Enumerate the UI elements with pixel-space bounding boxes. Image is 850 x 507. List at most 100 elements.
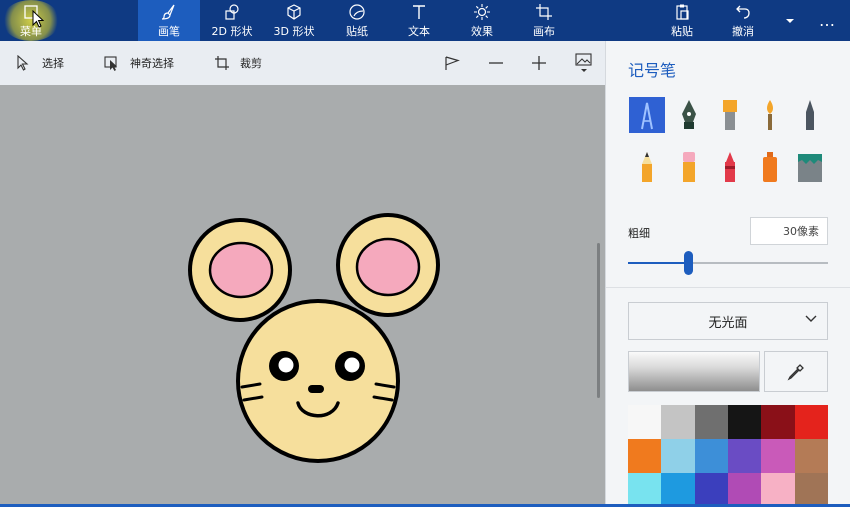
watercolor-icon [767,100,773,130]
drawing-canvas[interactable] [0,85,605,507]
more-button[interactable]: … [808,0,846,41]
palette-color-swatch[interactable] [661,405,695,439]
thickness-slider[interactable] [628,251,828,275]
vertical-scrollbar[interactable] [597,243,600,398]
fill-icon [798,154,822,182]
tab-stickers-label: 贴纸 [346,24,368,38]
paste-label: 粘贴 [671,24,693,38]
brush-panel: 记号笔 粗细 30像素 无光面 [605,41,850,507]
palette-color-swatch[interactable] [727,405,762,439]
plus-icon [532,56,546,70]
thickness-input[interactable]: 30像素 [750,217,828,245]
paste-icon [676,4,689,20]
palette-color-swatch[interactable] [761,405,795,439]
thickness-slider-thumb[interactable] [684,251,693,275]
zoom-in-button[interactable] [531,41,547,85]
pencil-button[interactable] [629,149,665,185]
shapes-2d-icon [225,3,239,20]
fill-button[interactable] [792,149,828,185]
crop-button[interactable]: 裁剪 [214,41,262,85]
tab-2d-shapes[interactable]: 2D 形状 [203,0,261,41]
tab-3d-shapes[interactable]: 3D 形状 [265,0,323,41]
magic-select-label: 神奇选择 [130,57,174,70]
palette-color-swatch[interactable] [694,473,728,507]
calligraphy-pen-button[interactable] [671,97,707,133]
marker-brush-button[interactable] [629,97,665,133]
tab-stickers[interactable]: 贴纸 [328,0,386,41]
palette-color-swatch[interactable] [761,473,795,507]
palette-color-swatch[interactable] [694,405,728,439]
tab-text-label: 文本 [408,24,430,38]
mouse-drawing [188,213,440,463]
magic-select-icon [104,56,117,71]
tab-2d-shapes-label: 2D 形状 [211,24,253,38]
menu-button[interactable]: 菜单 [0,0,62,41]
tab-canvas-label: 画布 [533,24,555,38]
thickness-label: 粗细 [628,227,650,240]
more-label: … [819,11,835,30]
spray-can-icon [763,152,777,182]
palette-color-swatch[interactable] [761,439,795,473]
current-color-swatch[interactable] [628,351,760,392]
chevron-down-icon [786,18,794,23]
nose [308,385,324,393]
view-options-button[interactable] [575,41,593,85]
text-icon [413,4,425,19]
undo-button[interactable]: 撤消 [716,0,770,41]
palette-color-swatch[interactable] [727,473,762,507]
crop-icon [215,56,229,70]
tab-canvas[interactable]: 画布 [515,0,573,41]
finish-dropdown[interactable]: 无光面 [628,302,828,340]
palette-color-swatch[interactable] [628,473,662,507]
cursor-icon [32,10,44,28]
magic-select-button[interactable]: 神奇选择 [104,41,174,85]
panel-divider [606,287,850,288]
undo-icon [736,5,750,19]
palette-color-swatch[interactable] [794,439,828,473]
zoom-out-button[interactable] [488,41,504,85]
panel-title: 记号笔 [628,61,677,80]
image-icon [575,53,592,72]
canvas-icon [536,3,552,20]
watercolor-button[interactable] [752,97,788,133]
mouse-face [236,299,400,463]
spray-can-button[interactable] [752,149,788,185]
palette-color-swatch[interactable] [694,439,728,473]
secondary-toolbar: 选择 神奇选择 裁剪 [0,41,605,85]
undo-dropdown-button[interactable] [776,0,804,41]
palette-color-swatch[interactable] [727,439,762,473]
palette-color-swatch[interactable] [794,405,828,439]
flag-button[interactable] [444,41,460,85]
palette-color-swatch[interactable] [794,473,828,507]
minus-icon [489,62,503,64]
select-button[interactable]: 选择 [16,41,64,85]
tab-brushes-label: 画笔 [158,24,180,38]
palette-color-swatch[interactable] [661,473,695,507]
pointer-icon [17,55,29,71]
eyedropper-icon [787,363,804,380]
tab-brushes[interactable]: 画笔 [138,0,200,41]
paste-button[interactable]: 粘贴 [655,0,709,41]
finish-label: 无光面 [708,315,748,331]
eraser-icon [683,152,695,182]
right-eye-shine [344,357,360,373]
crayon-button[interactable] [712,149,748,185]
tab-effects-label: 效果 [471,24,493,38]
marker-icon [641,102,653,130]
pixel-pen-button[interactable] [792,97,828,133]
palette-color-swatch[interactable] [628,405,662,439]
oil-brush-button[interactable] [712,97,748,133]
tab-effects[interactable]: 效果 [453,0,511,41]
sticker-icon [349,3,365,20]
undo-label: 撤消 [732,24,754,38]
eraser-button[interactable] [671,149,707,185]
palette-color-swatch[interactable] [661,439,695,473]
effects-icon [474,3,490,20]
left-ear-inner [208,241,274,299]
palette-color-swatch[interactable] [628,439,662,473]
color-palette [628,405,828,507]
pixel-pen-icon [806,100,814,130]
eyedropper-button[interactable] [764,351,828,392]
oil-brush-icon [723,100,737,130]
tab-text[interactable]: 文本 [390,0,448,41]
